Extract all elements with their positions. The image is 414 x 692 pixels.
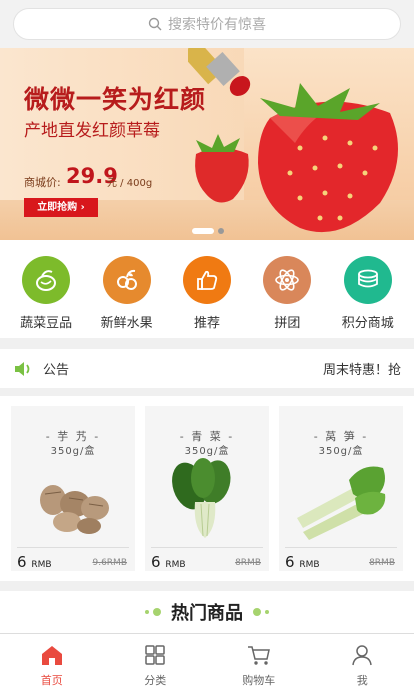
user-icon <box>352 645 372 666</box>
category-label: 积分商城 <box>341 316 394 331</box>
buy-now-button[interactable]: 立即抢购 › <box>24 198 98 217</box>
product-list: - 芋 艿 - 350g/盒 6 RMB 9.6RMB - 青 菜 - 350g… <box>0 396 414 581</box>
thumbs-up-icon <box>182 256 231 304</box>
product-card[interactable]: - 芋 艿 - 350g/盒 6 RMB 9.6RMB <box>11 406 135 571</box>
category-nav: 蔬菜豆品 新鲜水果 推荐 拼团 积分商城 <box>0 240 414 338</box>
product-spec: 350g/盒 <box>184 446 230 457</box>
search-input[interactable]: 搜索特价有惊喜 <box>13 8 401 40</box>
speaker-icon <box>15 361 30 376</box>
tab-me[interactable]: 我 <box>311 634 414 692</box>
product-price: 6 RMB <box>285 553 320 571</box>
carousel-dot-2[interactable] <box>218 228 224 234</box>
search-bar: 搜索特价有惊喜 <box>0 0 414 48</box>
product-price: 6 RMB <box>17 553 52 571</box>
category-group-buy[interactable]: 拼团 <box>252 240 322 338</box>
category-recommend[interactable]: 推荐 <box>172 240 242 338</box>
product-spec: 350g/盒 <box>50 446 96 457</box>
notice-text: 周末特惠！抢 <box>322 363 401 378</box>
category-label: 蔬菜豆品 <box>20 316 73 331</box>
fruit-icon <box>102 256 151 304</box>
lettuce-stem-image <box>297 466 386 540</box>
notice-bar[interactable]: 公告 周末特惠！抢 <box>0 349 414 388</box>
search-placeholder: 搜索特价有惊喜 <box>168 17 266 33</box>
tab-label: 我 <box>356 674 368 687</box>
tab-label: 分类 <box>144 674 167 687</box>
bok-choy-image <box>172 458 231 538</box>
product-old-price: 8RMB <box>369 558 395 568</box>
dot-icon <box>153 608 161 616</box>
category-label: 新鲜水果 <box>100 316 153 331</box>
taro-image <box>40 485 109 534</box>
atom-icon <box>263 256 312 304</box>
product-card[interactable]: - 莴 笋 - 350g/盒 6 RMB 8RMB <box>279 406 403 571</box>
vegetable-icon <box>22 256 71 304</box>
dot-icon <box>265 610 269 614</box>
product-price: 6 RMB <box>151 553 186 571</box>
notice-title: 公告 <box>43 363 70 378</box>
product-card[interactable]: - 青 菜 - 350g/盒 6 RMB 8RMB <box>145 406 269 571</box>
hot-products-title: 热门商品 <box>171 603 243 624</box>
dot-icon <box>145 610 149 614</box>
tab-cart[interactable]: 购物车 <box>207 634 311 692</box>
dot-icon <box>253 608 261 616</box>
carousel-indicator <box>192 228 224 234</box>
category-vegetables[interactable]: 蔬菜豆品 <box>11 240 81 338</box>
category-label: 推荐 <box>193 316 220 331</box>
coins-icon <box>343 256 392 304</box>
tab-label: 首页 <box>40 674 63 687</box>
banner-price-unit: 元 / 400g <box>107 178 153 189</box>
category-label: 拼团 <box>274 316 301 331</box>
grid-icon <box>145 645 165 665</box>
banner-subtitle: 产地直发红颜草莓 <box>24 121 160 141</box>
tab-label: 购物车 <box>242 674 276 687</box>
hot-products-header: 热门商品 <box>0 591 414 633</box>
search-icon <box>148 17 162 31</box>
bottom-tab-bar: 首页 分类 购物车 我 <box>0 633 414 692</box>
cart-icon <box>247 646 270 665</box>
strawberry-image <box>258 83 398 233</box>
tab-home[interactable]: 首页 <box>0 634 104 692</box>
promo-banner[interactable]: 微微一笑为红颜 产地直发红颜草莓 商城价: 29.9 元 / 400g 立即抢购… <box>0 48 414 240</box>
product-old-price: 9.6RMB <box>92 558 127 568</box>
small-strawberry-image <box>195 134 249 203</box>
category-fruits[interactable]: 新鲜水果 <box>92 240 162 338</box>
tab-category[interactable]: 分类 <box>104 634 208 692</box>
banner-title: 微微一笑为红颜 <box>24 85 207 114</box>
category-points-mall[interactable]: 积分商城 <box>333 240 403 338</box>
home-icon <box>41 646 62 665</box>
carousel-dot-1[interactable] <box>192 228 214 234</box>
banner-price-label: 商城价: <box>24 176 61 189</box>
product-spec: 350g/盒 <box>318 446 364 457</box>
product-old-price: 8RMB <box>235 558 261 568</box>
